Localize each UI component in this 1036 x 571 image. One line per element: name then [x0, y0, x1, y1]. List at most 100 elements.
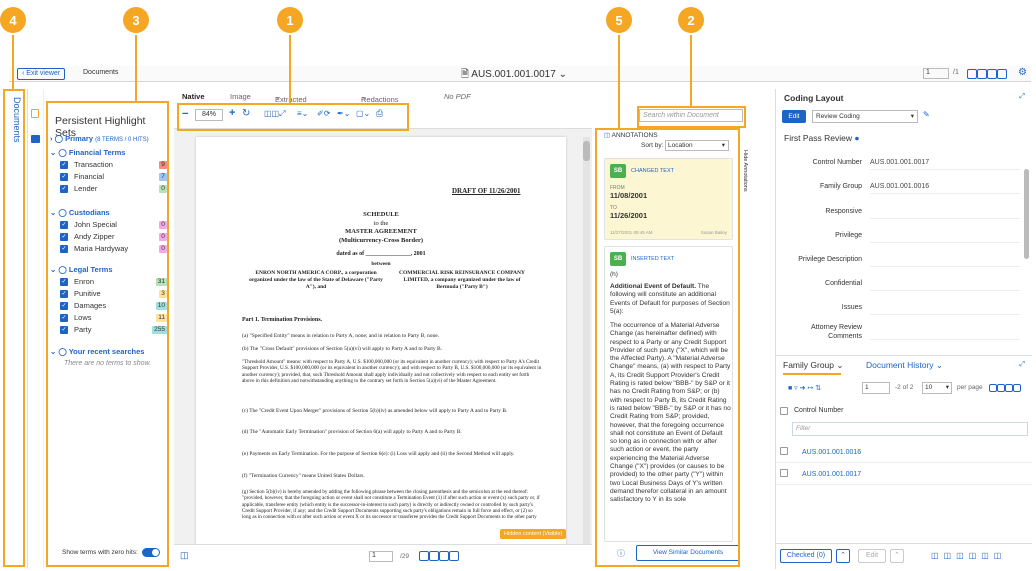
family-row-link[interactable]: AUS.001.001.0016: [802, 449, 861, 456]
family-row-link[interactable]: AUS.001.001.0017: [802, 471, 861, 478]
term-checkbox[interactable]: ✓: [60, 290, 68, 298]
term-checkbox[interactable]: ✓: [60, 314, 68, 322]
per-page-select[interactable]: 10 ▾: [922, 382, 952, 394]
viewer-scrollbar[interactable]: [583, 137, 590, 565]
family-page-nav[interactable]: [989, 384, 1021, 394]
exit-viewer-button[interactable]: ‹ Exit viewer: [17, 68, 66, 80]
document-title[interactable]: 🗎 AUS.001.001.0017 ⌄: [461, 67, 567, 84]
redaction-tool-icon[interactable]: ▢⌄: [356, 109, 370, 118]
expand-family-icon[interactable]: ⤢: [1019, 361, 1025, 369]
tab-native[interactable]: Native: [182, 92, 205, 101]
primary-set[interactable]: › ◯ Primary (8 TERMS / 0 HITS): [50, 133, 170, 145]
layout-select[interactable]: Review Coding ▾: [812, 110, 918, 123]
image-panel-icon[interactable]: [31, 135, 40, 143]
field-value[interactable]: [870, 205, 1020, 219]
highlight-term[interactable]: ✓ Andy Zipper 0: [46, 231, 169, 243]
coding-edit-button[interactable]: Edit: [782, 110, 806, 123]
highlight-term[interactable]: ✓ John Special 0: [46, 219, 169, 231]
coding-field[interactable]: Responsive: [776, 202, 1032, 222]
term-checkbox[interactable]: ✓: [60, 278, 68, 286]
highlight-term[interactable]: ✓ Lows 11: [46, 312, 169, 324]
doc-page-input[interactable]: 1: [923, 68, 949, 79]
annotate-icon[interactable]: ✐⟳: [317, 109, 330, 118]
coding-field[interactable]: Privilege Description: [776, 250, 1032, 270]
term-checkbox[interactable]: ✓: [60, 233, 68, 241]
field-value[interactable]: AUS.001.001.0017: [870, 156, 1020, 170]
highlight-term[interactable]: ✓ Party 255: [46, 324, 169, 336]
thumbnails-icon[interactable]: ◫: [180, 550, 189, 561]
highlight-term[interactable]: ✓ Transaction 9: [46, 159, 169, 171]
group-recent-searches[interactable]: ⌄ ◯ Your recent searches: [50, 346, 170, 358]
field-value[interactable]: [870, 253, 1020, 267]
field-value[interactable]: [870, 277, 1020, 291]
settings-gear-icon[interactable]: ⚙: [1018, 67, 1027, 78]
tab-family-group[interactable]: Family Group ⌄: [783, 360, 844, 371]
fit-page-icon[interactable]: ◫◫⤢: [264, 109, 286, 119]
edit-chevron[interactable]: ⌃: [890, 549, 904, 563]
checked-chevron[interactable]: ⌃: [836, 549, 850, 563]
coding-field[interactable]: Attorney Review Comments: [776, 323, 1032, 343]
coding-field[interactable]: Family Group AUS.001.001.0016: [776, 177, 1032, 197]
coding-field[interactable]: Control Number AUS.001.001.0017: [776, 153, 1032, 173]
highlight-term[interactable]: ✓ Enron 31: [46, 276, 169, 288]
group-legal-terms[interactable]: ⌄ ◯ Legal Terms: [50, 264, 170, 276]
viewer-page-input[interactable]: 1: [369, 551, 393, 562]
view-mode-icon[interactable]: ≡⌄: [297, 109, 308, 118]
term-checkbox[interactable]: ✓: [60, 221, 68, 229]
documents-breadcrumb[interactable]: Documents: [83, 69, 118, 76]
column-control-number[interactable]: Control Number: [794, 407, 843, 414]
doc-nav-buttons[interactable]: [967, 69, 1007, 81]
tab-extracted-text[interactable]: Extracted Text ⌄: [275, 92, 307, 113]
field-value[interactable]: [870, 301, 1020, 315]
term-checkbox[interactable]: ✓: [60, 245, 68, 253]
coding-field[interactable]: Privilege: [776, 226, 1032, 246]
family-page-input[interactable]: 1: [862, 382, 890, 394]
highlight-sets-icon[interactable]: [31, 109, 39, 118]
expand-icon[interactable]: ⤢: [1019, 93, 1025, 101]
annotation-card-changed[interactable]: SB CHANGED TEXT FROM 11/08/2001 TO 11/26…: [604, 158, 733, 240]
group-custodians[interactable]: ⌄ ◯ Custodians: [50, 207, 170, 219]
row-checkbox[interactable]: [780, 469, 788, 477]
highlight-term[interactable]: ✓ Punitive 3: [46, 288, 169, 300]
zoom-out-icon[interactable]: −: [182, 108, 188, 120]
group-financial-terms[interactable]: ⌄ ◯ Financial Terms: [50, 147, 170, 159]
family-toolbar-icons[interactable]: ■ ▿ ➜ ↦ ⇅: [788, 384, 821, 392]
highlight-term[interactable]: ✓ Financial 7: [46, 171, 169, 183]
zoom-in-icon[interactable]: +: [229, 107, 235, 119]
checked-button[interactable]: Checked (0): [780, 549, 832, 563]
term-checkbox[interactable]: ✓: [60, 185, 68, 193]
family-edit-button[interactable]: Edit: [858, 549, 886, 563]
sort-select[interactable]: Location ▾: [665, 140, 729, 151]
row-checkbox[interactable]: [780, 447, 788, 455]
family-row[interactable]: AUS.001.001.0016: [776, 443, 1032, 463]
search-within-document-input[interactable]: Search within Document: [639, 109, 743, 122]
zoom-input[interactable]: 84%: [195, 109, 223, 121]
zero-hits-toggle[interactable]: [142, 548, 160, 557]
hidden-content-badge[interactable]: Hidden content (Visible): [500, 529, 567, 539]
annotation-card-inserted[interactable]: SB INSERTED TEXT (h) Additional Event of…: [604, 246, 733, 542]
highlight-term[interactable]: ✓ Maria Hardyway 0: [46, 243, 169, 255]
family-action-icons[interactable]: ◫◫◫◫◫◫: [931, 551, 1006, 560]
field-value[interactable]: AUS.001.001.0016: [870, 180, 1020, 194]
tab-document-history[interactable]: Document History ⌄: [866, 360, 943, 371]
coding-field[interactable]: Issues: [776, 298, 1032, 318]
coding-field[interactable]: Confidential: [776, 274, 1032, 294]
term-checkbox[interactable]: ✓: [60, 302, 68, 310]
edit-layout-pencil-icon[interactable]: ✎: [923, 110, 930, 119]
highlight-term[interactable]: ✓ Lender 0: [46, 183, 169, 195]
field-value[interactable]: [870, 326, 1020, 340]
highlight-term[interactable]: ✓ Damages 10: [46, 300, 169, 312]
viewer-page-nav[interactable]: [419, 551, 459, 563]
coding-scrollbar[interactable]: [1024, 169, 1029, 259]
documents-rail-label[interactable]: Documents: [12, 97, 22, 143]
highlight-tool-icon[interactable]: ✒⌄: [337, 109, 350, 118]
rotate-icon[interactable]: ↻: [242, 108, 250, 119]
term-checkbox[interactable]: ✓: [60, 161, 68, 169]
hide-annotations-tab[interactable]: Hide Annotations: [742, 150, 748, 192]
term-checkbox[interactable]: ✓: [60, 173, 68, 181]
view-similar-documents-button[interactable]: View Similar Documents: [636, 545, 740, 561]
family-row[interactable]: AUS.001.001.0017: [776, 465, 1032, 485]
filter-input[interactable]: Filter: [792, 422, 1028, 436]
tab-image[interactable]: Image: [230, 92, 251, 101]
term-checkbox[interactable]: ✓: [60, 326, 68, 334]
